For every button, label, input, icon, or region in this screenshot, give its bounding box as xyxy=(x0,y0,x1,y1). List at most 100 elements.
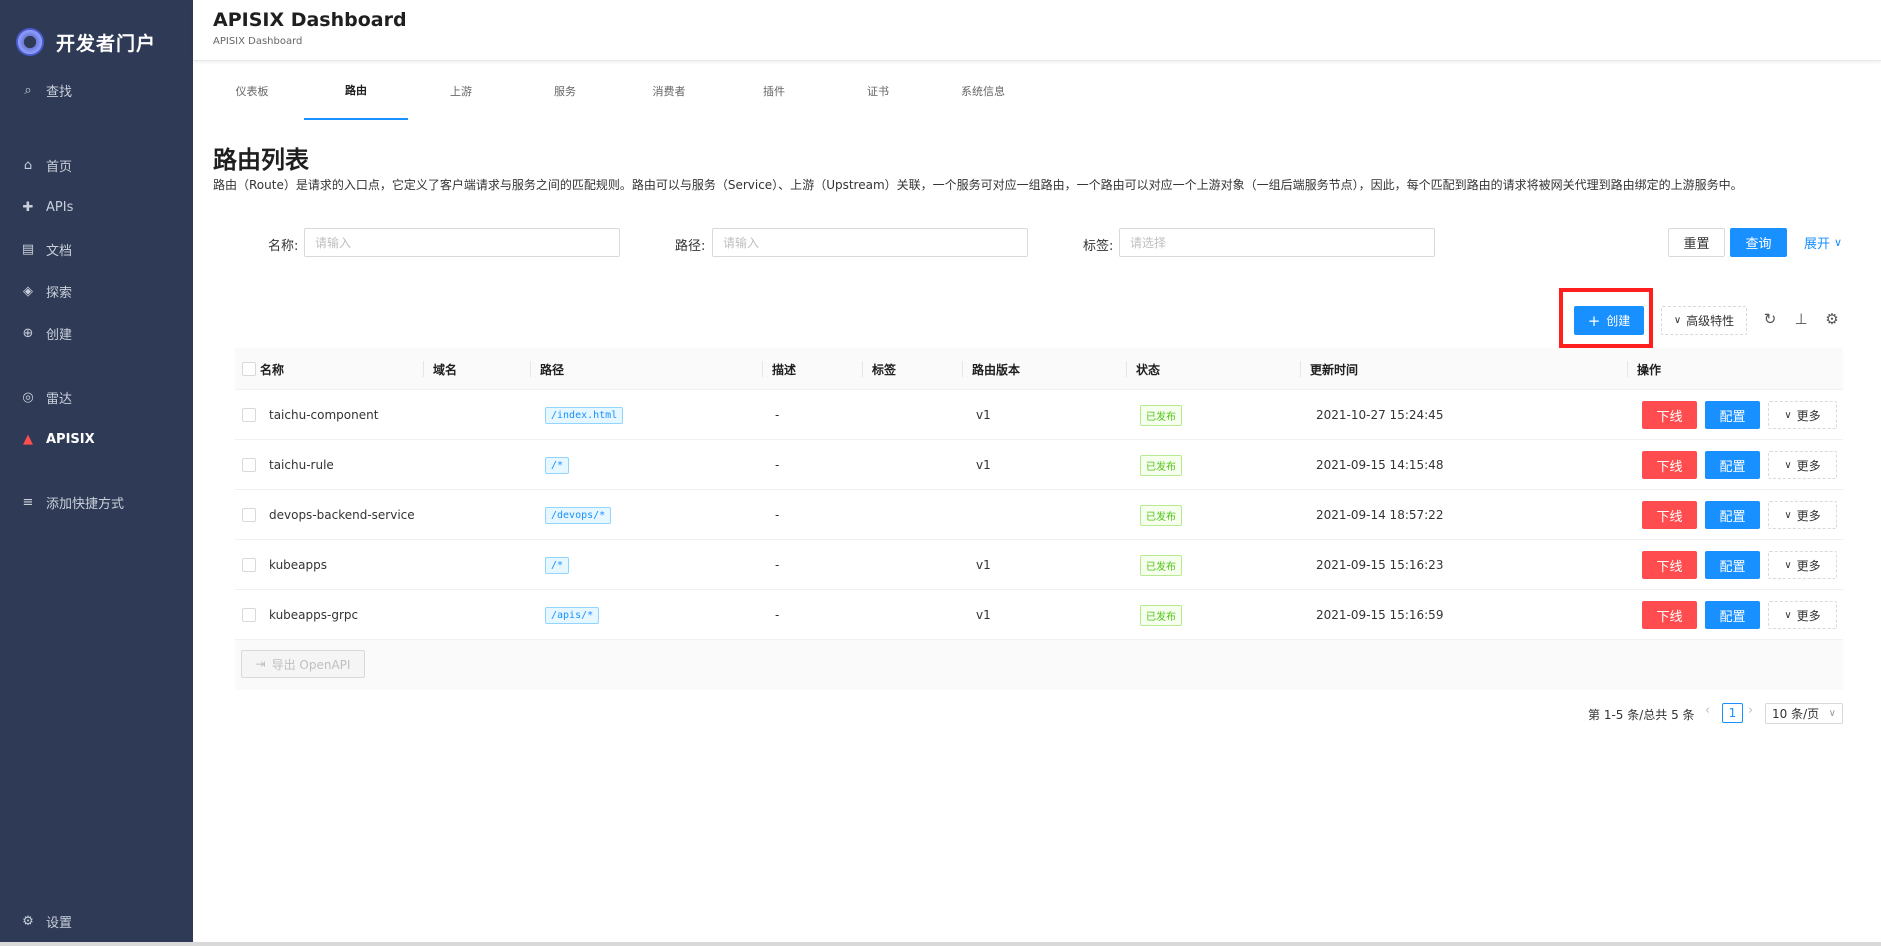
column-header-label: 状态 xyxy=(1136,362,1161,377)
column-header-label: 操作 xyxy=(1637,362,1662,377)
route-name-cell: devops-backend-service xyxy=(269,490,415,540)
sidebar-settings[interactable]: ⚙ 设置 xyxy=(20,910,72,932)
route-desc-cell: - xyxy=(775,540,779,590)
brand[interactable]: 开发者门户 xyxy=(16,24,156,60)
row-checkbox[interactable] xyxy=(242,458,256,472)
sidebar-item-label: APIs xyxy=(46,199,74,215)
route-desc-cell: - xyxy=(775,490,779,540)
route-status: 已发布 xyxy=(1140,504,1182,526)
config-button[interactable]: 配置 xyxy=(1705,601,1760,629)
more-button-label: 更多 xyxy=(1796,408,1821,423)
route-path-cell: /* xyxy=(545,440,570,490)
sidebar-item-apis[interactable]: ✚ APIs xyxy=(20,196,74,218)
config-button[interactable]: 配置 xyxy=(1705,551,1760,579)
row-checkbox[interactable] xyxy=(242,408,256,422)
sidebar-item-创建[interactable]: ⊕ 创建 xyxy=(20,322,72,344)
config-button-label: 配置 xyxy=(1719,409,1746,425)
offline-button[interactable]: 下线 xyxy=(1642,601,1697,629)
more-button[interactable]: ∨ 更多 xyxy=(1768,551,1837,579)
offline-button[interactable]: 下线 xyxy=(1642,451,1697,479)
route-name: taichu-rule xyxy=(269,458,334,472)
page-size-select[interactable]: 10 条/页 ∨ xyxy=(1765,703,1843,724)
tab-3[interactable]: 服务 xyxy=(513,62,617,120)
sidebar-item-文档[interactable]: ▤ 文档 xyxy=(20,238,72,260)
sidebar-search[interactable]: ⌕ 查找 xyxy=(20,79,72,101)
config-button-label: 配置 xyxy=(1719,559,1746,575)
route-updated-cell: 2021-09-15 15:16:59 xyxy=(1316,590,1443,640)
pagination-total: 第 1-5 条/总共 5 条 xyxy=(1588,708,1695,722)
route-name-cell: taichu-rule xyxy=(269,440,334,490)
tab-5[interactable]: 插件 xyxy=(722,62,826,120)
export-openapi-button[interactable]: ⇥ 导出 OpenAPI xyxy=(241,650,365,678)
chevron-down-icon: ∨ xyxy=(1784,609,1792,621)
route-path: /devops/* xyxy=(545,506,612,524)
tab-7[interactable]: 系统信息 xyxy=(931,62,1035,120)
sidebar-item-label: 创建 xyxy=(46,327,73,343)
offline-button[interactable]: 下线 xyxy=(1642,401,1697,429)
page-size-label: 10 条/页 xyxy=(1772,707,1820,721)
page-description: 路由（Route）是请求的入口点，它定义了客户端请求与服务之间的匹配规则。路由可… xyxy=(213,178,1743,192)
more-button[interactable]: ∨ 更多 xyxy=(1768,501,1837,529)
sidebar-item-label: 首页 xyxy=(46,159,73,175)
query-button[interactable]: 查询 xyxy=(1730,228,1787,257)
more-button[interactable]: ∨ 更多 xyxy=(1768,401,1837,429)
route-desc: - xyxy=(775,458,780,472)
route-version: v1 xyxy=(976,408,991,422)
next-page-icon[interactable]: › xyxy=(1748,703,1753,718)
route-desc: - xyxy=(775,608,780,622)
config-button[interactable]: 配置 xyxy=(1705,401,1760,429)
reload-icon[interactable]: ↻ xyxy=(1761,310,1779,328)
sidebar-item-apisix[interactable]: ▲ APISIX xyxy=(20,428,95,450)
table-row: devops-backend-service/devops/* - 已发布 2021-… xyxy=(235,490,1843,540)
path-filter-input[interactable] xyxy=(712,228,1028,257)
density-icon[interactable]: ⊥ xyxy=(1792,310,1810,328)
config-button-label: 配置 xyxy=(1719,459,1746,475)
chevron-down-icon: ∨ xyxy=(1784,509,1792,521)
route-desc: - xyxy=(775,558,780,572)
config-button[interactable]: 配置 xyxy=(1705,501,1760,529)
expand-button[interactable]: 展开 ∨ xyxy=(1798,228,1848,257)
reset-button[interactable]: 重置 xyxy=(1668,228,1725,257)
route-path-cell: /index.html xyxy=(545,390,624,440)
tab-0[interactable]: 仪表板 xyxy=(200,62,304,120)
tag-filter-select[interactable] xyxy=(1119,228,1435,257)
tab-4[interactable]: 消费者 xyxy=(617,62,721,120)
offline-button[interactable]: 下线 xyxy=(1642,501,1697,529)
offline-button[interactable]: 下线 xyxy=(1642,551,1697,579)
route-desc: - xyxy=(775,508,780,522)
tab-2[interactable]: 上游 xyxy=(409,62,513,120)
route-path: /* xyxy=(545,456,570,474)
row-checkbox[interactable] xyxy=(242,608,256,622)
row-checkbox[interactable] xyxy=(242,508,256,522)
column-header-1: 域名 xyxy=(423,348,457,390)
route-version: v1 xyxy=(976,558,991,572)
brand-logo-icon xyxy=(16,28,44,56)
app: 开发者门户 ⌕ 查找 ⌂ 首页 ✚ APIs ▤ 文档 ◈ 探索 ⊕ 创建 ◎ 雷达 ▲ APISIX … xyxy=(0,0,1881,946)
offline-button-label: 下线 xyxy=(1656,459,1683,475)
more-button[interactable]: ∨ 更多 xyxy=(1768,451,1837,479)
tab-6[interactable]: 证书 xyxy=(826,62,930,120)
route-status: 已发布 xyxy=(1140,554,1182,576)
column-header-3: 描述 xyxy=(762,348,796,390)
more-button[interactable]: ∨ 更多 xyxy=(1768,601,1837,629)
tag-filter-label: 标签: xyxy=(1083,239,1114,254)
row-checkbox[interactable] xyxy=(242,558,256,572)
route-name-cell: kubeapps-grpc xyxy=(269,590,358,640)
page-number-1[interactable]: 1 xyxy=(1722,703,1743,723)
docs-icon: ▤ xyxy=(21,241,35,257)
prev-page-icon[interactable]: ‹ xyxy=(1705,703,1710,718)
sidebar-item-雷达[interactable]: ◎ 雷达 xyxy=(20,386,72,408)
route-updated: 2021-09-15 14:15:48 xyxy=(1316,458,1444,472)
advanced-features-button[interactable]: ∨ 高级特性 xyxy=(1661,306,1747,335)
sidebar-add-shortcut[interactable]: ≡ 添加快捷方式 xyxy=(20,491,124,513)
config-button[interactable]: 配置 xyxy=(1705,451,1760,479)
name-filter-input[interactable] xyxy=(304,228,620,257)
sidebar-item-首页[interactable]: ⌂ 首页 xyxy=(20,154,72,176)
settings-icon[interactable]: ⚙ xyxy=(1823,310,1841,328)
chevron-down-icon: ∨ xyxy=(1784,409,1792,421)
column-header-label: 名称 xyxy=(260,362,285,377)
sidebar-item-探索[interactable]: ◈ 探索 xyxy=(20,280,72,302)
gear-icon: ⚙ xyxy=(22,913,34,929)
tab-1[interactable]: 路由 xyxy=(304,62,408,120)
create-button[interactable]: + 创建 xyxy=(1574,306,1644,335)
